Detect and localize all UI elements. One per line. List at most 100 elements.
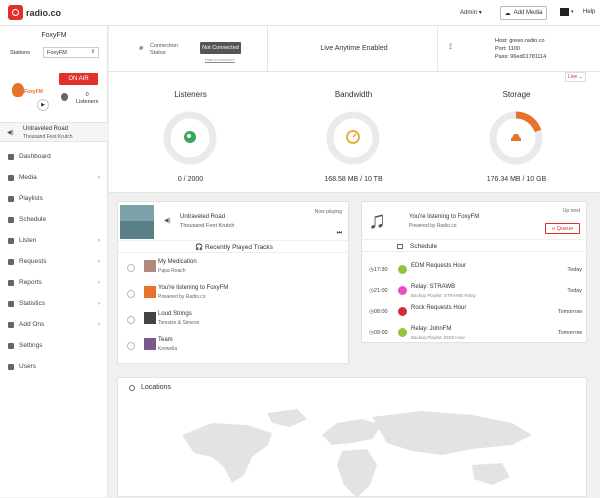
chevron-right-icon: › [98, 237, 100, 244]
world-map[interactable] [172, 405, 554, 498]
sidebar-item-settings[interactable]: Settings [0, 335, 108, 356]
link-icon: ⚭ [135, 41, 148, 55]
dashboard-icon [8, 153, 14, 160]
sidebar-item-statistics[interactable]: Statistics › [0, 293, 108, 314]
media-icon [8, 174, 14, 181]
station-name: FoxyFM [41, 32, 67, 39]
music-note-icon: ♫ [368, 207, 386, 234]
track-title: Loud Strings [158, 311, 192, 317]
track-title: You're listening to FoxyFM [158, 285, 229, 291]
schedule-time-value: 21:00 [373, 288, 388, 294]
host-value: Host: green.radio.co [495, 38, 545, 44]
calendar-icon [397, 244, 403, 249]
select-track-checkbox[interactable] [127, 342, 135, 350]
bandwidth-title: Bandwidth [334, 90, 373, 99]
list-item[interactable]: Loud Strings Tomsize & Simeon [118, 308, 350, 334]
sidebar-item-add-ons[interactable]: Add Ons › [0, 314, 108, 335]
schedule-item[interactable]: ◷21:00 Relay: STRAWB Backup Playlist: STRA… [362, 281, 588, 303]
sidebar-item-label: Users [19, 363, 36, 370]
now-playing-label: Now playing [314, 209, 342, 215]
select-track-checkbox[interactable] [127, 290, 135, 298]
sidebar-item-dashboard[interactable]: Dashboard [0, 146, 108, 167]
help-link[interactable]: Help [583, 9, 595, 15]
server-credentials: Host: green.radio.co Port: 1100 Pass: 96… [495, 37, 546, 61]
logo-text: radio.co [26, 7, 62, 18]
radio-co-logo[interactable]: radio.co [8, 5, 61, 20]
settings-icon [8, 342, 14, 349]
up-next-label: Up next [562, 208, 580, 214]
sidebar-item-label: Statistics [19, 300, 46, 307]
storage-drive-icon [511, 134, 521, 141]
sidebar-nav: Dashboard Media › Playlists Schedule Listen › R… [0, 146, 108, 377]
broadcast-tower-icon: ⟟ [449, 42, 452, 51]
sidebar-item-playlists[interactable]: Playlists [0, 188, 108, 209]
listeners-number: 0 [85, 92, 89, 98]
caret-down-icon[interactable]: ▾ [571, 9, 574, 15]
schedule-item[interactable]: ◷17:30 EDM Requests Hour Today [362, 260, 588, 282]
select-track-checkbox[interactable] [127, 264, 135, 272]
fox-logo-icon [12, 83, 24, 97]
show-avatar [398, 265, 407, 274]
sidebar-item-schedule[interactable]: Schedule [0, 209, 108, 230]
list-item[interactable]: My Medication Papa Roach [118, 256, 350, 282]
flag-icon[interactable] [560, 8, 569, 16]
sidebar-now-playing: ◀) Untraveled Road Thousand Foot Krutch [0, 122, 108, 142]
admin-menu[interactable]: Admin ▾ [460, 9, 482, 16]
cloud-upload-icon: ☁ [504, 10, 511, 17]
requests-icon [8, 258, 14, 265]
avatar-text: FoxyFM [24, 89, 43, 95]
up-next-card: ♫ You're listening to FoxyFM Powered by … [361, 201, 588, 345]
station-select[interactable]: FoxyFM ⇕ [43, 47, 99, 58]
port-value: Port: 1100 [495, 46, 520, 52]
list-item[interactable]: You're listening to FoxyFM Powered by Rad… [118, 282, 350, 308]
top-bar: radio.co Admin ▾ ☁ Add Media ▾ Help [0, 0, 600, 26]
on-air-badge: ON AIR [59, 73, 98, 85]
schedule-header: Schedule [362, 239, 588, 252]
schedule-day: Today [567, 288, 582, 294]
chevron-right-icon: › [98, 321, 100, 328]
sidebar-item-listen[interactable]: Listen › [0, 230, 108, 251]
listen-icon [8, 237, 14, 244]
queue-button[interactable]: ≡ Queue [545, 223, 580, 234]
playlists-icon [8, 195, 14, 202]
schedule-subtitle: Backup Playlist: STRAWB Relay [411, 293, 476, 298]
reports-icon [8, 279, 14, 286]
up-next-subtitle: Powered by Radio.co [409, 223, 457, 229]
not-connected-badge: Not Connected [200, 42, 241, 54]
live-dropdown[interactable]: Live ⌄ [565, 72, 586, 82]
chevron-right-icon: › [98, 174, 100, 181]
stats-panel: Listeners 0 / 2000 Bandwidth 168.58 MB /… [109, 72, 600, 193]
recently-played-title: Recently Played Tracks [204, 244, 273, 251]
storage-stat: Storage 176.34 MB / 10 GB [435, 72, 598, 193]
sidebar-item-media[interactable]: Media › [0, 167, 108, 188]
schedule-item[interactable]: ◷09:00 Relay: JohnFM Backup Playlist: EDM … [362, 323, 588, 345]
sidebar-item-users[interactable]: Users [0, 356, 108, 377]
schedule-icon [8, 216, 14, 223]
add-media-button[interactable]: ☁ Add Media [500, 6, 547, 20]
skip-next-icon[interactable]: ⏭ [337, 230, 342, 237]
statistics-icon [8, 300, 14, 307]
speedometer-icon [346, 130, 360, 144]
schedule-time: ◷09:00 [369, 330, 388, 336]
schedule-title: Relay: STRAWB [411, 284, 456, 290]
track-artwork [144, 286, 156, 298]
play-button[interactable]: ▶ [37, 99, 49, 111]
schedule-title: Relay: JohnFM [411, 326, 452, 332]
sidebar-item-label: Settings [19, 342, 43, 349]
how-to-connect-link[interactable]: How to connect? [205, 57, 235, 62]
queue-label: Queue [556, 226, 574, 232]
track-artist: Powered by Radio.co [158, 294, 206, 300]
select-track-checkbox[interactable] [127, 316, 135, 324]
listeners-stat: Listeners 0 / 2000 [109, 72, 272, 193]
track-title: Team [158, 337, 173, 343]
chevron-right-icon: › [98, 300, 100, 307]
schedule-subtitle: Backup Playlist: EDM Hour [411, 335, 466, 340]
sidebar-item-requests[interactable]: Requests › [0, 251, 108, 272]
sidebar-item-reports[interactable]: Reports › [0, 272, 108, 293]
admin-label: Admin [460, 10, 478, 16]
up-next-title: You're listening to FoxyFM [409, 214, 480, 220]
sidebar-item-label: Dashboard [19, 153, 51, 160]
add-ons-icon [8, 321, 14, 328]
list-item[interactable]: Team Krewella [118, 334, 350, 360]
schedule-item[interactable]: ◷08:00 Rock Requests Hour Tomorrow [362, 302, 588, 324]
